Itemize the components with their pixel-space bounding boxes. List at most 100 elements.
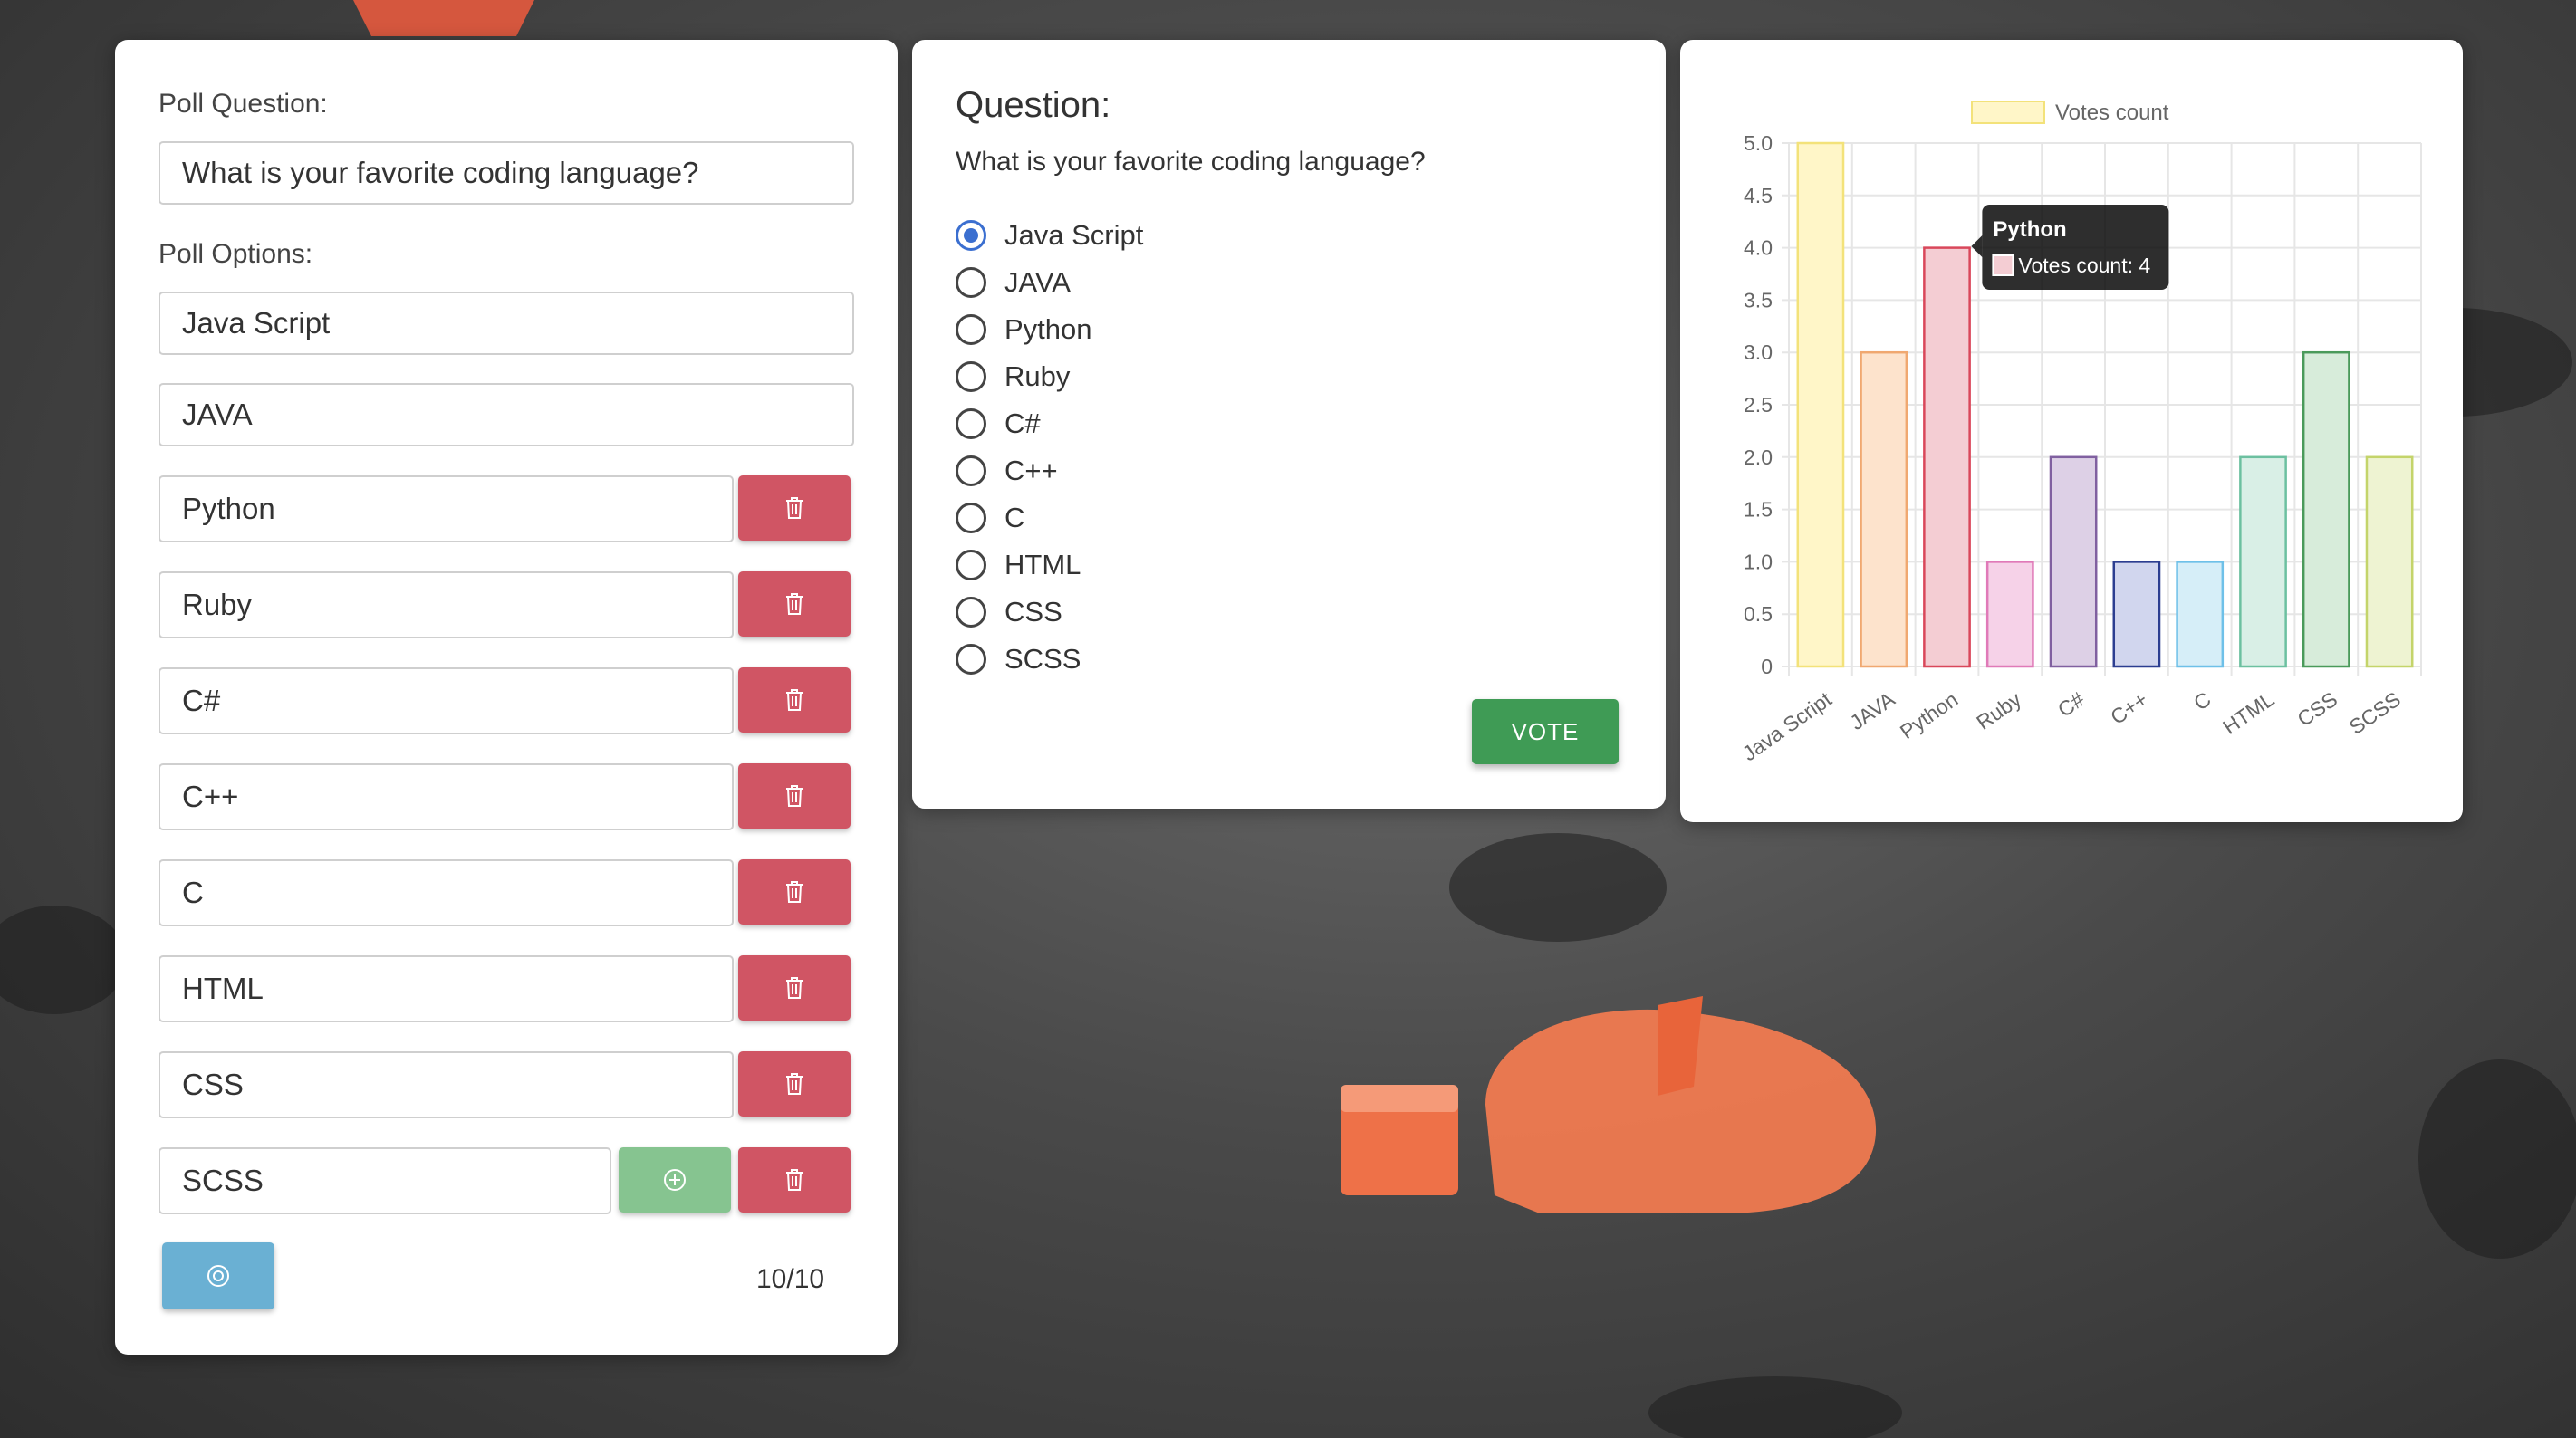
legend-swatch[interactable] [1971,101,2045,124]
radio-option[interactable]: Java Script [956,216,1143,255]
delete-option-button[interactable] [738,475,851,541]
y-tick-label: 4.5 [1744,184,1773,207]
radio-option-label: HTML [1004,549,1081,580]
chart-bar[interactable] [2176,561,2225,668]
option-input[interactable]: C++ [159,763,734,830]
trash-icon [786,497,803,519]
y-tick-label: 1.5 [1744,498,1773,522]
option-counter: 10/10 [756,1264,825,1294]
x-tick-label: C# [2053,687,2089,722]
radio-option[interactable]: SCSS [956,639,1081,679]
radio-button[interactable] [956,455,986,486]
option-input[interactable]: CSS [159,1051,734,1118]
radio-option[interactable]: Python [956,310,1092,350]
x-tick-label: Ruby [1972,687,2025,734]
radio-option-label: C++ [1004,455,1058,486]
question-title: Question: [956,85,1111,125]
results-chart-card: 0 0.5 1.0 1.5 2.0 2.5 3.0 3.5 4.0 4.5 5.0 Java Scri… [1680,40,2463,822]
radio-button[interactable] [956,644,986,675]
option-input[interactable]: SCSS [159,1147,611,1214]
y-tick-label: 0 [1761,655,1773,678]
trash-icon [786,785,803,807]
option-input[interactable]: HTML [159,955,734,1022]
delete-option-button[interactable] [738,859,851,925]
radio-option[interactable]: HTML [956,545,1081,585]
trash-icon [786,977,803,999]
y-tick-label: 2.5 [1744,393,1773,417]
x-tick-label: C++ [2106,687,2152,729]
trash-icon [786,689,803,711]
radio-option-label: C [1004,502,1025,533]
chart-bar[interactable] [2239,455,2287,668]
plus-circle-icon [664,1169,686,1191]
vote-button[interactable]: VOTE [1472,699,1619,764]
radio-button[interactable] [956,314,986,345]
radio-button[interactable] [956,550,986,580]
option-input[interactable]: C# [159,667,734,734]
radio-option-label: JAVA [1004,266,1071,298]
radio-button[interactable] [956,267,986,298]
chart-bar[interactable] [2112,561,2161,668]
y-tick-label: 1.0 [1744,550,1773,573]
poll-question-label: Poll Question: [159,89,328,119]
chart-bar[interactable] [2365,455,2414,668]
radio-option[interactable]: C++ [956,451,1058,491]
chart-bar[interactable] [1985,561,2034,668]
check-circle-icon [207,1265,229,1287]
radio-button[interactable] [956,503,986,533]
trash-icon [786,593,803,615]
option-input[interactable]: C [159,859,734,926]
radio-option[interactable]: CSS [956,592,1062,632]
x-tick-label: Java Script [1738,686,1837,765]
tooltip-title: Python [1993,217,2066,242]
x-tick-label: CSS [2293,687,2342,731]
delete-option-button[interactable] [738,1147,851,1213]
radio-button[interactable] [956,408,986,439]
option-input[interactable]: Python [159,475,734,542]
y-tick-label: 5.0 [1744,131,1773,155]
radio-option-label: Ruby [1004,360,1071,392]
y-tick-label: 4.0 [1744,236,1773,260]
poll-question-input[interactable]: What is your favorite coding language? [159,141,854,205]
chart-bar[interactable] [2302,350,2350,668]
option-input[interactable]: Ruby [159,571,734,638]
y-tick-label: 3.0 [1744,340,1773,364]
x-tick-label: JAVA [1845,686,1899,734]
delete-option-button[interactable] [738,571,851,637]
tooltip-swatch [1992,254,2014,276]
tooltip-label: Votes count: 4 [2018,254,2150,277]
option-input[interactable]: Java Script [159,292,854,355]
option-input[interactable]: JAVA [159,383,854,446]
delete-option-button[interactable] [738,667,851,733]
radio-option-label: CSS [1004,596,1062,628]
x-tick-label: SCSS [2345,687,2405,739]
radio-option[interactable]: Ruby [956,357,1070,397]
create-poll-button[interactable] [162,1242,274,1309]
radio-button[interactable] [956,597,986,628]
y-tick-label: 2.0 [1744,446,1773,469]
question-text: What is your favorite coding language? [956,147,1426,177]
radio-option-label: C# [1004,407,1041,439]
radio-button-checked[interactable] [956,220,986,251]
x-tick-label: HTML [2218,687,2278,739]
y-tick-label: 0.5 [1744,602,1773,626]
chart-bar[interactable] [1796,141,1845,668]
radio-option[interactable]: JAVA [956,263,1071,302]
chart-bar[interactable] [2049,455,2098,668]
x-tick-label: Python [1896,687,1963,743]
radio-option-label: Java Script [1004,219,1144,251]
poll-preview-card: Question: What is your favorite coding l… [912,40,1666,809]
radio-button[interactable] [956,361,986,392]
delete-option-button[interactable] [738,955,851,1021]
chart-bar[interactable] [1860,350,1908,668]
votes-bar-chart: 0 0.5 1.0 1.5 2.0 2.5 3.0 3.5 4.0 4.5 5.0 Java Scri… [1738,101,2422,765]
delete-option-button[interactable] [738,763,851,829]
radio-option-label: Python [1004,313,1092,345]
radio-option[interactable]: C [956,498,1024,538]
radio-option[interactable]: C# [956,404,1041,444]
delete-option-button[interactable] [738,1051,851,1117]
trash-icon [786,881,803,903]
add-option-button[interactable] [619,1147,731,1213]
chart-bar[interactable] [1923,246,1971,668]
legend-label[interactable]: Votes count [2055,101,2169,125]
